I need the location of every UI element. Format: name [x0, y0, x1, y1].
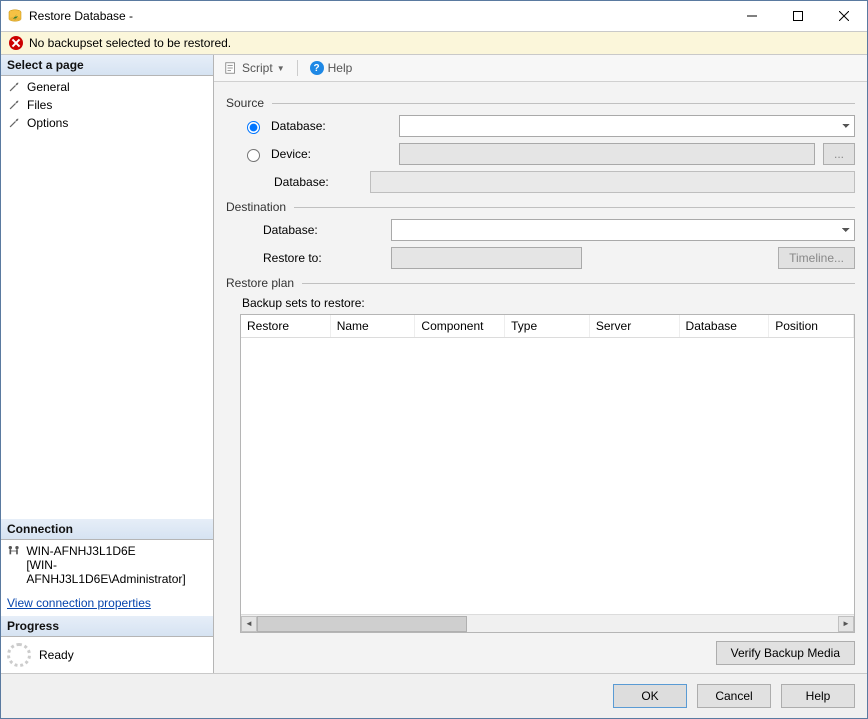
dest-database-label: Database:: [263, 223, 383, 237]
connection-server: WIN-AFNHJ3L1D6E: [26, 544, 207, 558]
window-controls: [729, 1, 867, 31]
col-type[interactable]: Type: [505, 315, 590, 337]
title-bar: Restore Database -: [1, 1, 867, 31]
script-icon: [224, 61, 238, 75]
window-title: Restore Database -: [29, 9, 729, 23]
toolbar: Script ▼ ? Help: [214, 55, 867, 82]
destination-header: Destination: [226, 200, 286, 214]
nav-label: Options: [27, 116, 68, 130]
restore-plan-section: Restore plan: [226, 276, 855, 290]
right-panel: Script ▼ ? Help Source Database: D: [214, 55, 867, 673]
wrench-icon: [7, 116, 21, 130]
error-bar: No backupset selected to be restored.: [1, 31, 867, 55]
source-database-row: Database:: [226, 112, 855, 140]
restore-to-field: [391, 247, 582, 269]
source-device-db-row: Database:: [226, 168, 855, 196]
connection-header: Connection: [1, 519, 213, 540]
scroll-left-arrow[interactable]: ◄: [241, 616, 257, 632]
left-panel: Select a page General Files Options Conn…: [1, 55, 214, 673]
dest-database-combo[interactable]: [391, 219, 855, 241]
source-database-radio[interactable]: [247, 121, 260, 134]
browse-device-button[interactable]: ...: [823, 143, 855, 165]
restore-plan-header: Restore plan: [226, 276, 294, 290]
connection-login: [WIN-AFNHJ3L1D6E\Administrator]: [26, 558, 207, 586]
col-position[interactable]: Position: [769, 315, 854, 337]
cancel-button[interactable]: Cancel: [697, 684, 771, 708]
help-button-footer[interactable]: Help: [781, 684, 855, 708]
nav-files[interactable]: Files: [1, 96, 213, 114]
main-area: Select a page General Files Options Conn…: [1, 55, 867, 673]
restore-to-row: Restore to: Timeline...: [226, 244, 855, 272]
scroll-right-arrow[interactable]: ►: [838, 616, 854, 632]
nav-label: Files: [27, 98, 52, 112]
source-database-combo[interactable]: [399, 115, 855, 137]
help-button[interactable]: ? Help: [306, 59, 357, 77]
restore-to-label: Restore to:: [263, 251, 383, 265]
source-database-label: Database:: [271, 119, 391, 133]
help-label: Help: [328, 61, 353, 75]
source-device-radio[interactable]: [247, 149, 260, 162]
grid-body: [241, 338, 854, 614]
nav-options[interactable]: Options: [1, 114, 213, 132]
page-nav: General Files Options: [1, 76, 213, 134]
progress-status: Ready: [39, 648, 74, 662]
toolbar-separator: [297, 60, 298, 76]
script-label: Script: [242, 61, 273, 75]
source-device-field: [399, 143, 815, 165]
view-connection-link[interactable]: View connection properties: [1, 590, 213, 616]
dest-database-row: Database:: [226, 216, 855, 244]
col-restore[interactable]: Restore: [241, 315, 331, 337]
app-icon: [7, 8, 23, 24]
source-device-row: Device: ...: [226, 140, 855, 168]
nav-label: General: [27, 80, 70, 94]
backup-sets-grid[interactable]: Restore Name Component Type Server Datab…: [240, 314, 855, 633]
col-server[interactable]: Server: [590, 315, 680, 337]
progress-header: Progress: [1, 616, 213, 637]
select-page-header: Select a page: [1, 55, 213, 76]
destination-section: Destination: [226, 200, 855, 214]
wrench-icon: [7, 98, 21, 112]
ok-button[interactable]: OK: [613, 684, 687, 708]
connection-body: WIN-AFNHJ3L1D6E [WIN-AFNHJ3L1D6E\Adminis…: [1, 540, 213, 590]
error-icon: [9, 36, 23, 50]
source-device-label: Device:: [271, 147, 391, 161]
help-icon: ?: [310, 61, 324, 75]
progress-body: Ready: [1, 637, 213, 673]
minimize-button[interactable]: [729, 1, 775, 31]
scroll-thumb[interactable]: [257, 616, 467, 632]
col-database[interactable]: Database: [680, 315, 770, 337]
close-button[interactable]: [821, 1, 867, 31]
source-device-db-combo: [370, 171, 855, 193]
grid-header: Restore Name Component Type Server Datab…: [241, 315, 854, 338]
wrench-icon: [7, 80, 21, 94]
server-icon: [7, 544, 20, 558]
verify-backup-media-button[interactable]: Verify Backup Media: [716, 641, 855, 665]
dialog-footer: OK Cancel Help: [1, 673, 867, 718]
source-section: Source: [226, 96, 855, 110]
source-device-db-label: Database:: [274, 175, 362, 189]
progress-spinner-icon: [7, 643, 31, 667]
col-component[interactable]: Component: [415, 315, 505, 337]
error-message: No backupset selected to be restored.: [29, 36, 231, 50]
nav-general[interactable]: General: [1, 78, 213, 96]
script-button[interactable]: Script ▼: [220, 59, 289, 77]
source-header: Source: [226, 96, 264, 110]
chevron-down-icon: ▼: [277, 64, 285, 73]
col-name[interactable]: Name: [331, 315, 416, 337]
grid-horizontal-scrollbar[interactable]: ◄ ►: [241, 614, 854, 632]
maximize-button[interactable]: [775, 1, 821, 31]
timeline-button[interactable]: Timeline...: [778, 247, 855, 269]
content-area: Source Database: Device: ... Database: D…: [214, 82, 867, 673]
backup-sets-label: Backup sets to restore:: [226, 292, 855, 312]
